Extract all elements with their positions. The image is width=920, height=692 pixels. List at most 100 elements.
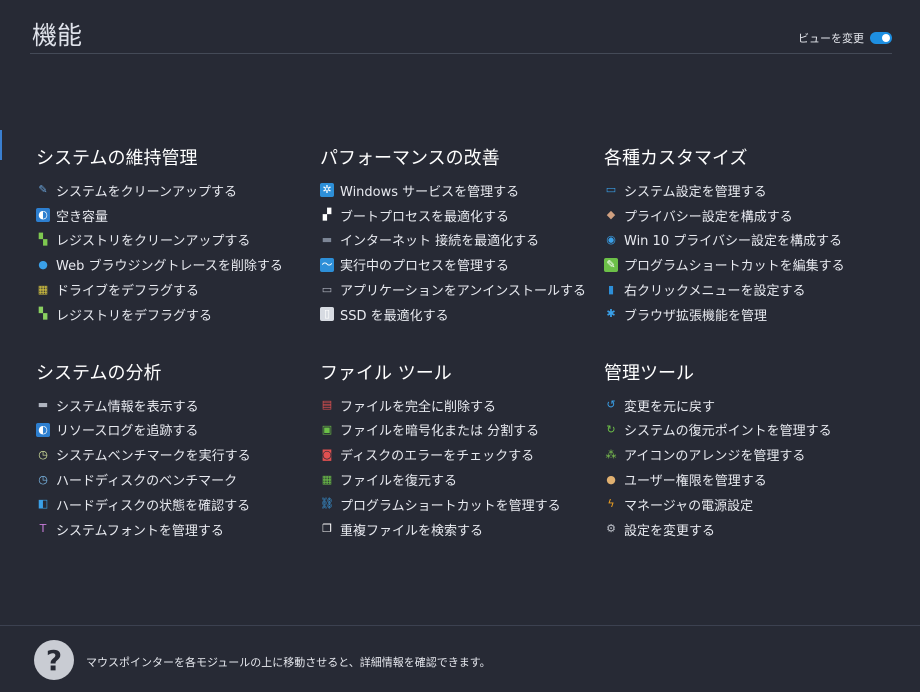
feature-item-label: ドライブをデフラグする — [56, 284, 200, 300]
broom-icon: ✎ — [38, 183, 48, 197]
feature-item-label: プログラムショートカットを管理する — [340, 498, 561, 514]
windows-services-icon: ✲ — [320, 183, 334, 198]
uninstall-icon: ▭ — [321, 282, 333, 296]
feature-item[interactable]: ● Web ブラウジングトレースを削除する — [36, 252, 320, 277]
feature-item[interactable]: ◉ Win 10 プライバシー設定を構成する — [604, 228, 888, 253]
section-title: 各種カスタマイズ — [604, 148, 748, 169]
feature-item[interactable]: ◧ ハードディスクの状態を確認する — [36, 492, 320, 517]
feature-item[interactable]: ⚙ 設定を変更する — [604, 517, 888, 542]
user-icon: ● — [606, 472, 616, 486]
resource-log-icon: ◐ — [36, 422, 50, 437]
feature-item[interactable]: ❐ 重複ファイルを検索する — [320, 517, 604, 542]
stopwatch-icon: ◷ — [38, 447, 48, 461]
feature-item-label: ブラウザ拡張機能を管理 — [624, 308, 768, 324]
feature-item[interactable]: ▭ システム設定を管理する — [604, 178, 888, 203]
feature-item-label: ディスクのエラーをチェックする — [340, 449, 535, 465]
feature-item-label: アプリケーションをアンインストールする — [340, 284, 586, 300]
feature-item[interactable]: ✱ ブラウザ拡張機能を管理 — [604, 302, 888, 327]
feature-item[interactable]: ▮ 右クリックメニューを設定する — [604, 277, 888, 302]
feature-item-label: システム設定を管理する — [624, 184, 767, 200]
section: 各種カスタマイズ ▭ システム設定を管理する ◆ プライバシー設定を構成する ◉ Win 1… — [604, 146, 888, 327]
shortcut-edit-icon: ✎ — [604, 257, 618, 272]
puzzle-icon: ✱ — [606, 307, 616, 321]
left-edge-marker — [0, 130, 2, 160]
feature-item-label: システムの復元ポイントを管理する — [624, 424, 832, 440]
lock-file-icon: ▣ — [321, 422, 333, 436]
disk-health-icon: ◧ — [37, 497, 49, 511]
eye-icon: ◉ — [606, 232, 616, 246]
help-icon[interactable]: ? — [34, 640, 74, 680]
view-change-label: ビューを変更 — [798, 32, 864, 45]
defrag-drive-icon: ▦ — [37, 282, 49, 296]
feature-item[interactable]: ▦ ファイルを復元する — [320, 467, 604, 492]
feature-item-label: Win 10 プライバシー設定を構成する — [624, 234, 842, 250]
feature-item[interactable]: ◐ リソースログを追跡する — [36, 418, 320, 443]
feature-item-label: ブートプロセスを最適化する — [340, 209, 510, 225]
duplicate-files-icon: ❐ — [322, 522, 332, 536]
process-chart-icon: 〜 — [320, 257, 334, 272]
feature-item[interactable]: ✎ システムをクリーンアップする — [36, 178, 320, 203]
file-restore-icon: ▦ — [321, 472, 333, 486]
section-title: システムの維持管理 — [36, 148, 198, 169]
network-icon: ▬ — [321, 232, 333, 246]
feature-item[interactable]: 〜実行中のプロセスを管理する — [320, 252, 604, 277]
feature-item[interactable]: ⛓ プログラムショートカットを管理する — [320, 492, 604, 517]
feature-item-label: システムベンチマークを実行する — [56, 449, 251, 465]
section-title: システムの分析 — [36, 362, 162, 384]
feature-item[interactable]: ● ユーザー権限を管理する — [604, 467, 888, 492]
disk-benchmark-icon: ◷ — [38, 472, 48, 486]
feature-item-label: ハードディスクの状態を確認する — [56, 498, 251, 514]
section-title: ファイル ツール — [320, 362, 452, 384]
toggle-switch[interactable] — [870, 32, 892, 44]
feature-item[interactable]: ▞ ブートプロセスを最適化する — [320, 203, 604, 228]
feature-item-label: 右クリックメニューを設定する — [624, 284, 806, 300]
page-title: 機能 — [32, 21, 83, 50]
feature-item-label: アイコンのアレンジを管理する — [624, 449, 806, 465]
feature-item-label: 変更を元に戻す — [624, 399, 716, 415]
footer-hint-text: マウスポインターを各モジュールの上に移動させると、詳細情報を確認できます。 — [86, 656, 491, 669]
feature-item[interactable]: ▤ ファイルを完全に削除する — [320, 393, 604, 418]
section-title: パフォーマンスの改善 — [320, 148, 500, 169]
feature-item[interactable]: ▚ レジストリをデフラグする — [36, 302, 320, 327]
icon-arrange-icon: ⁂ — [605, 447, 617, 461]
feature-item[interactable]: ϟ マネージャの電源設定 — [604, 492, 888, 517]
feature-item[interactable]: ▭ アプリケーションをアンインストールする — [320, 277, 604, 302]
feature-item-label: Web ブラウジングトレースを削除する — [56, 259, 283, 275]
section: パフォーマンスの改善 ✲ Windows サービスを管理する ▞ ブートプロセスを最適化… — [320, 146, 604, 327]
feature-item-label: 設定を変更する — [624, 523, 716, 539]
undo-icon: ↺ — [606, 398, 616, 412]
feature-item-label: 実行中のプロセスを管理する — [340, 259, 510, 275]
feature-item[interactable]: ▚ レジストリをクリーンアップする — [36, 228, 320, 253]
ssd-icon: ▯ — [320, 307, 334, 322]
feature-item[interactable]: ◆ プライバシー設定を構成する — [604, 203, 888, 228]
disk-space-icon: ◐ — [36, 208, 50, 223]
feature-item[interactable]: ▣ ファイルを暗号化または 分割する — [320, 418, 604, 443]
feature-item[interactable]: ◷ システムベンチマークを実行する — [36, 442, 320, 467]
feature-grid: システムの維持管理 ✎ システムをクリーンアップする ◐ 空き容量 ▚ レジストリをクリーン… — [36, 146, 896, 542]
context-menu-icon: ▮ — [607, 282, 615, 296]
feature-item[interactable]: ◙ ディスクのエラーをチェックする — [320, 442, 604, 467]
header: 機能 ビューを変更 — [30, 14, 892, 54]
feature-item[interactable]: ↺ 変更を元に戻す — [604, 393, 888, 418]
feature-item[interactable]: ▬ システム情報を表示する — [36, 393, 320, 418]
feature-item[interactable]: ◷ ハードディスクのベンチマーク — [36, 467, 320, 492]
feature-item[interactable]: ▯ SSD を最適化する — [320, 302, 604, 327]
monitor-icon: ▭ — [605, 183, 617, 197]
view-change-toggle[interactable]: ビューを変更 — [798, 30, 892, 46]
feature-item[interactable]: ✎ プログラムショートカットを編集する — [604, 252, 888, 277]
feature-item-label: マネージャの電源設定 — [624, 498, 754, 514]
feature-item-label: システム情報を表示する — [56, 399, 199, 415]
feature-item[interactable]: ✲ Windows サービスを管理する — [320, 178, 604, 203]
feature-item[interactable]: ▬ インターネット 接続を最適化する — [320, 228, 604, 253]
feature-item[interactable]: ⁂ アイコンのアレンジを管理する — [604, 442, 888, 467]
section: システムの分析 ▬ システム情報を表示する ◐ リソースログを追跡する ◷ システムベンチマ… — [36, 361, 320, 542]
registry-defrag-icon: ▚ — [38, 307, 48, 321]
feature-item-label: リソースログを追跡する — [56, 424, 199, 440]
feature-item[interactable]: T システムフォントを管理する — [36, 517, 320, 542]
feature-item[interactable]: ◐ 空き容量 — [36, 203, 320, 228]
feature-item-label: ユーザー権限を管理する — [624, 474, 767, 490]
disk-check-icon: ◙ — [321, 447, 333, 461]
feature-item[interactable]: ▦ ドライブをデフラグする — [36, 277, 320, 302]
feature-item-label: プログラムショートカットを編集する — [624, 259, 845, 275]
feature-item[interactable]: ↻ システムの復元ポイントを管理する — [604, 418, 888, 443]
